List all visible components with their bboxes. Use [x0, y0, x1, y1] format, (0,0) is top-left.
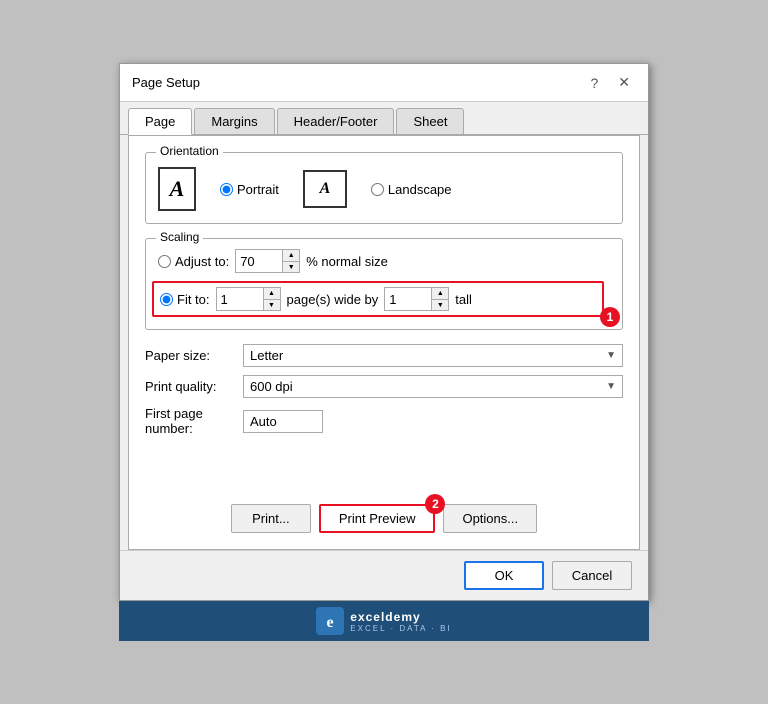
- print-button[interactable]: Print...: [231, 504, 311, 533]
- portrait-icon: A: [158, 167, 196, 211]
- fit-tall-suffix: tall: [455, 292, 472, 307]
- cancel-button[interactable]: Cancel: [552, 561, 632, 590]
- tab-sheet[interactable]: Sheet: [396, 108, 464, 134]
- close-button[interactable]: ✕: [612, 72, 636, 93]
- print-quality-row: Print quality: 600 dpi ▼: [145, 375, 623, 398]
- first-page-input[interactable]: [243, 410, 323, 433]
- orientation-group: Orientation A Portrait A: [145, 152, 623, 224]
- first-page-label: First page number:: [145, 406, 235, 436]
- adjust-down-btn[interactable]: ▼: [283, 261, 299, 272]
- landscape-icon: A: [303, 170, 347, 208]
- print-quality-dropdown[interactable]: 600 dpi ▼: [243, 375, 623, 398]
- adjust-label: Adjust to:: [175, 254, 229, 269]
- portrait-radio-input[interactable]: [220, 183, 233, 196]
- fit-tall-input[interactable]: [385, 290, 431, 309]
- orientation-label: Orientation: [156, 144, 223, 158]
- fit-to-row: Fit to: ▲ ▼ page(s) wide by: [152, 281, 604, 317]
- print-quality-arrow: ▼: [606, 381, 616, 392]
- landscape-radio[interactable]: Landscape: [371, 182, 452, 197]
- exceldemy-logo: e exceldemy EXCEL · DATA · BI: [316, 607, 451, 635]
- fit-radio-input[interactable]: [160, 293, 173, 306]
- adjust-radio-input[interactable]: [158, 255, 171, 268]
- portrait-radio[interactable]: Portrait: [220, 182, 279, 197]
- exceldemy-logo-icon: e: [316, 607, 344, 635]
- fit-tall-down-btn[interactable]: ▼: [432, 299, 448, 310]
- fit-wide-down-btn[interactable]: ▼: [264, 299, 280, 310]
- paper-dropdown[interactable]: Letter ▼: [243, 344, 623, 367]
- adjust-to-radio[interactable]: Adjust to:: [158, 254, 229, 269]
- tab-margins[interactable]: Margins: [194, 108, 274, 134]
- print-quality-value: 600 dpi: [250, 379, 606, 394]
- adjust-up-btn[interactable]: ▲: [283, 250, 299, 261]
- fit-wide-spinner-btns: ▲ ▼: [263, 288, 280, 310]
- paper-dropdown-arrow: ▼: [606, 350, 616, 361]
- scaling-label: Scaling: [156, 230, 203, 244]
- exceldemy-bar: e exceldemy EXCEL · DATA · BI: [119, 601, 649, 641]
- fit-label: Fit to:: [177, 292, 210, 307]
- paper-value: Letter: [250, 348, 606, 363]
- adjust-to-row: Adjust to: ▲ ▼ % normal size: [158, 249, 610, 273]
- adjust-spinner[interactable]: ▲ ▼: [235, 249, 300, 273]
- portrait-label: Portrait: [237, 182, 279, 197]
- print-preview-button[interactable]: Print Preview: [319, 504, 436, 533]
- options-button[interactable]: Options...: [443, 504, 537, 533]
- first-page-row: First page number:: [145, 406, 623, 436]
- print-quality-label: Print quality:: [145, 379, 235, 394]
- paper-label: Paper size:: [145, 348, 235, 363]
- fit-wide-input[interactable]: [217, 290, 263, 309]
- landscape-label: Landscape: [388, 182, 452, 197]
- tab-page[interactable]: Page: [128, 108, 192, 135]
- dialog-title: Page Setup: [132, 75, 200, 90]
- badge-1: 1: [600, 307, 620, 327]
- fit-wide-suffix: page(s) wide by: [287, 292, 379, 307]
- tab-header-footer[interactable]: Header/Footer: [277, 108, 395, 134]
- badge-2: 2: [425, 494, 445, 514]
- help-button[interactable]: ?: [584, 73, 604, 93]
- fit-tall-up-btn[interactable]: ▲: [432, 288, 448, 299]
- tab-bar: Page Margins Header/Footer Sheet: [120, 102, 648, 135]
- exceldemy-brand: exceldemy: [350, 610, 451, 624]
- fit-wide-spinner[interactable]: ▲ ▼: [216, 287, 281, 311]
- fit-to-radio[interactable]: Fit to:: [160, 292, 210, 307]
- fit-wide-up-btn[interactable]: ▲: [264, 288, 280, 299]
- adjust-suffix: % normal size: [306, 254, 388, 269]
- svg-text:e: e: [327, 614, 334, 631]
- ok-button[interactable]: OK: [464, 561, 544, 590]
- adjust-spinner-btns: ▲ ▼: [282, 250, 299, 272]
- landscape-radio-input[interactable]: [371, 183, 384, 196]
- adjust-value-input[interactable]: [236, 252, 282, 271]
- exceldemy-tagline: EXCEL · DATA · BI: [350, 624, 451, 633]
- scaling-group: Scaling Adjust to: ▲ ▼ % normal siz: [145, 238, 623, 330]
- paper-size-row: Paper size: Letter ▼: [145, 344, 623, 367]
- dialog-footer: OK Cancel: [120, 550, 648, 600]
- fit-tall-spinner[interactable]: ▲ ▼: [384, 287, 449, 311]
- fit-tall-spinner-btns: ▲ ▼: [431, 288, 448, 310]
